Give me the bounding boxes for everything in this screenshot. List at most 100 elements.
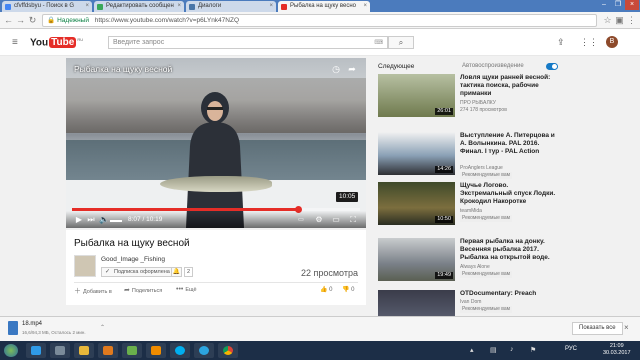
related-title[interactable]: Ловля щуки ранней весной: тактика поиска… — [460, 74, 560, 98]
menu-icon[interactable]: ⋮ — [626, 15, 637, 26]
taskbar-app-media[interactable] — [98, 343, 118, 358]
video-thumbnail[interactable]: 19:49 — [378, 238, 455, 281]
upload-icon[interactable]: ⇪ — [557, 37, 565, 48]
taskbar-app-telegram[interactable] — [194, 343, 214, 358]
channel-name[interactable]: Good_Image _Fishing — [101, 256, 165, 263]
current-time: 8:07 — [128, 216, 141, 223]
like-button[interactable]: 👍 0 — [320, 286, 333, 293]
tray-flag-icon[interactable]: ⚑ — [530, 346, 536, 354]
utorrent-icon — [127, 346, 137, 355]
avatar[interactable]: В — [606, 36, 618, 48]
related-title[interactable]: Щучье Логово. Экстремальный спуск Лодки.… — [460, 182, 560, 206]
more-button[interactable]: ••• Ещё — [176, 286, 197, 293]
browser-tab-youtube[interactable]: Рыбалка на щуку весно × — [278, 1, 370, 12]
close-tab-icon[interactable]: × — [363, 3, 367, 9]
watch-later-icon[interactable]: ◷ — [331, 64, 341, 74]
related-video-item[interactable]: 19:49 Первая рыбалка на донку. Весенняя … — [378, 238, 560, 282]
windows-taskbar: ▴ ▤ ♪ ⚑ РУС 21:09 30.03.2017 — [0, 341, 640, 360]
related-video-item[interactable]: 14:26 Выступление А. Питерцова и А. Волы… — [378, 132, 560, 179]
start-button[interactable] — [4, 344, 18, 357]
subscriber-count: 2 — [184, 267, 194, 277]
related-title[interactable]: Выступление А. Питерцова и А. Волынкина.… — [460, 132, 560, 156]
show-all-downloads-button[interactable]: Показать все — [572, 322, 623, 335]
related-title[interactable]: OTDocumentary: Preach — [460, 290, 560, 298]
notification-bell-icon[interactable]: 🔔 — [171, 267, 182, 277]
video-player[interactable]: Рыбалка на щуку весной ◷ ➦ 10:05 ▶ ⏭ 🔈 8… — [66, 58, 366, 228]
hamburger-icon[interactable]: ≡ — [12, 37, 18, 48]
taskbar-app-chrome[interactable] — [218, 343, 238, 358]
telegram-icon — [199, 346, 209, 355]
logo-tube: Tube — [49, 37, 77, 49]
volume-icon[interactable]: 🔈 — [99, 215, 109, 225]
youtube-icon — [281, 4, 287, 10]
skype-icon — [175, 346, 185, 355]
taskbar-app-skype[interactable] — [170, 343, 190, 358]
dislike-button[interactable]: 👎 0 — [342, 286, 355, 293]
downloads-bar: 18.mp4 16,6/94,3 МБ, Осталось 2 мин. ⌃ П… — [0, 316, 640, 341]
related-title[interactable]: Первая рыбалка на донку. Весенняя рыбалк… — [460, 238, 560, 262]
maximize-icon[interactable]: ❐ — [611, 0, 625, 10]
taskbar-app-vlc[interactable] — [146, 343, 166, 358]
video-thumbnail[interactable] — [378, 290, 455, 316]
settings-gear-icon[interactable]: ⚙ — [314, 215, 324, 225]
video-frame-angler — [186, 92, 244, 228]
view-count: 22 просмотра — [300, 268, 358, 278]
fullscreen-icon[interactable]: ⛶ — [348, 215, 358, 225]
system-clock[interactable]: 21:09 30.03.2017 — [603, 343, 631, 357]
taskbar-app-explorer[interactable] — [74, 343, 94, 358]
related-video-item[interactable]: 10:50 Щучье Логово. Экстремальный спуск … — [378, 182, 560, 226]
minimize-icon[interactable]: – — [597, 0, 611, 10]
back-icon[interactable]: ← — [3, 15, 14, 26]
subtitles-icon[interactable]: ▭ — [296, 215, 306, 225]
theater-mode-icon[interactable]: ▭ — [331, 215, 341, 225]
tray-network-icon[interactable]: ▤ — [490, 346, 497, 354]
taskbar-app-ie[interactable] — [26, 343, 46, 358]
close-tab-icon[interactable]: × — [269, 3, 273, 9]
search-button[interactable]: ⌕ — [388, 36, 414, 49]
download-file-name[interactable]: 18.mp4 — [22, 321, 42, 327]
share-label: Поделиться — [131, 288, 163, 294]
next-icon[interactable]: ⏭ — [86, 215, 96, 225]
subscribed-button[interactable]: ✓ Подписка оформлена — [101, 267, 174, 277]
bookmark-star-icon[interactable]: ☆ — [602, 15, 613, 26]
taskbar-app-calculator[interactable] — [50, 343, 70, 358]
chevron-down-icon[interactable]: ⌃ — [100, 324, 105, 331]
add-to-button[interactable]: ＋ Добавить в — [74, 286, 112, 296]
browser-tab-edit-message[interactable]: Редактировать сообщен × — [94, 1, 184, 12]
browser-tab-dialogs[interactable]: Диалоги × — [186, 1, 276, 12]
video-overlay-title: Рыбалка на щуку весной — [74, 64, 173, 74]
window-close-icon[interactable]: × — [625, 0, 639, 10]
channel-avatar[interactable] — [74, 255, 96, 277]
forward-icon[interactable]: → — [15, 15, 26, 26]
recommended-badge: Рекомендуемые вам — [460, 172, 513, 179]
reload-icon[interactable]: ↻ — [27, 15, 38, 26]
clock-date: 30.03.2017 — [603, 350, 631, 356]
input-language[interactable]: РУС — [565, 346, 577, 352]
close-icon[interactable]: × — [624, 323, 629, 332]
video-thumbnail[interactable]: 26:01 — [378, 74, 455, 117]
extension-icon[interactable]: ▣ — [614, 15, 625, 26]
autoplay-toggle[interactable] — [546, 63, 558, 70]
youtube-logo[interactable]: You Tube RU — [30, 37, 83, 49]
close-tab-icon[interactable]: × — [85, 3, 89, 9]
tray-arrow-icon[interactable]: ▴ — [470, 346, 474, 354]
taskbar-app-utorrent[interactable] — [122, 343, 142, 358]
tray-volume-icon[interactable]: ♪ — [510, 346, 514, 353]
close-tab-icon[interactable]: × — [177, 3, 181, 9]
more-label: Ещё — [185, 287, 197, 293]
share-arrow-icon[interactable]: ➦ — [347, 64, 357, 74]
share-button[interactable]: ➦ Поделиться — [124, 286, 162, 294]
play-icon[interactable]: ▶ — [74, 215, 84, 225]
browser-tab-google[interactable]: cfvffdsbyu - Поиск в G × — [2, 1, 92, 12]
video-thumbnail[interactable]: 10:50 — [378, 182, 455, 225]
recommended-badge: Рекомендуемые вам — [460, 306, 513, 313]
url-input[interactable]: 🔒 Надежный https://www.youtube.com/watch?… — [42, 14, 597, 27]
apps-grid-icon[interactable]: ⋮⋮ — [580, 37, 598, 48]
volume-slider[interactable] — [110, 220, 122, 222]
search-input[interactable]: Введите запрос ⌨ — [108, 36, 388, 49]
related-video-item[interactable]: 26:01 Ловля щуки ранней весной: тактика … — [378, 74, 560, 118]
tab-label: Рыбалка на щуку весно — [290, 3, 356, 9]
calculator-icon — [55, 346, 65, 355]
video-thumbnail[interactable]: 14:26 — [378, 132, 455, 175]
keyboard-icon[interactable]: ⌨ — [374, 38, 383, 49]
